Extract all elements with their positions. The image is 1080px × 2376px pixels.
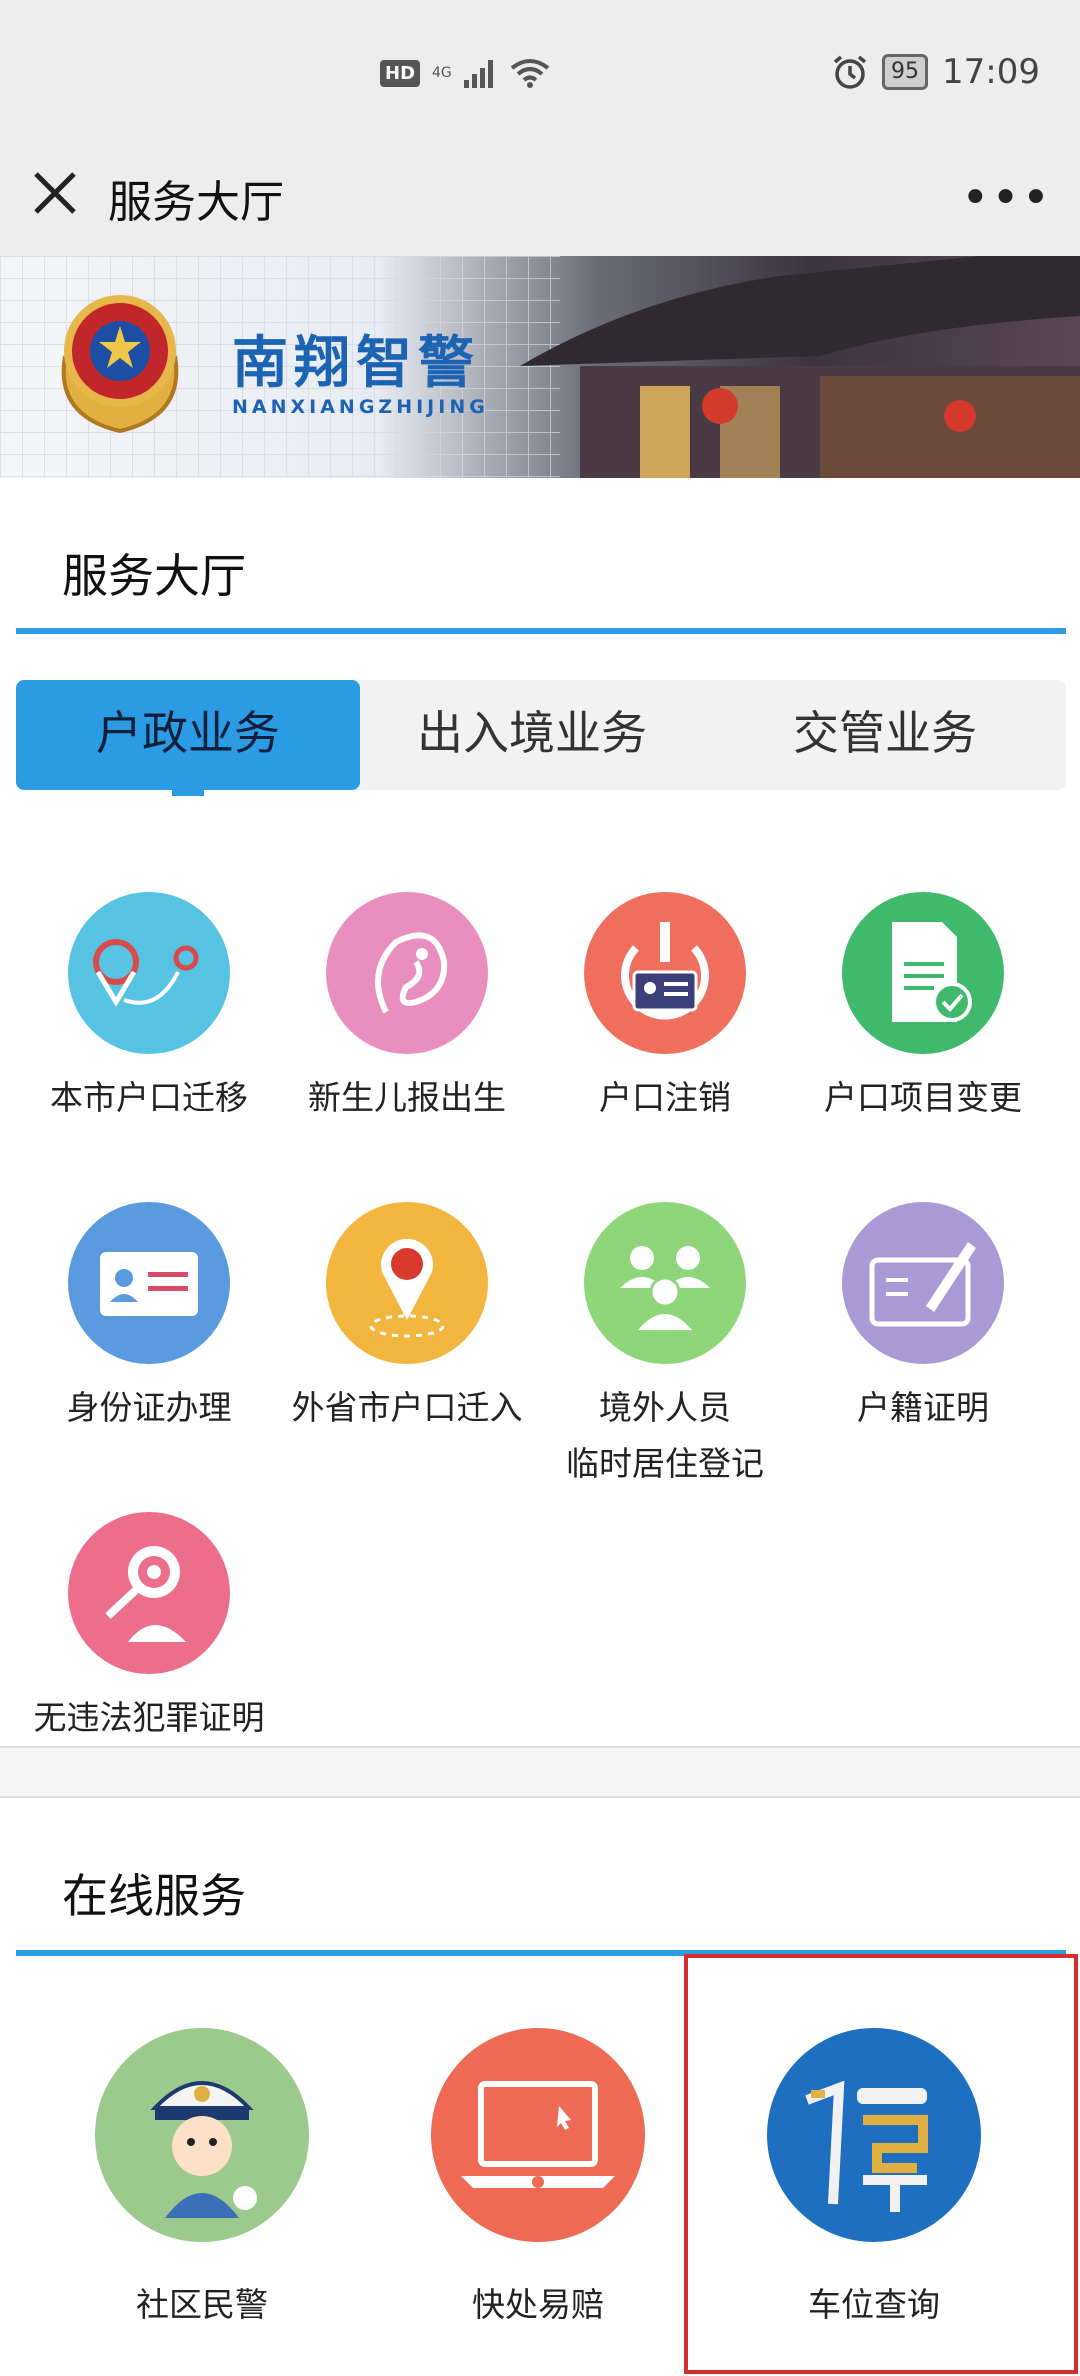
banner-subtitle: NANXIANGZHIJING [232,396,489,418]
service-cancellation[interactable]: 户口注销 [536,892,794,1126]
online-section-title: 在线服务 [62,1869,246,1923]
status-bar: HD 4G 95 17:09 [0,0,1080,150]
form-pen-icon [842,1202,1004,1364]
cell-signal-icon [463,60,493,88]
service-label: 户口注销 [599,1078,731,1117]
power-id-card-icon [584,892,746,1054]
service-label: 外省市户口迁入 [291,1388,523,1427]
service-label: 新生儿报出生 [308,1078,506,1117]
hall-section-title: 服务大厅 [62,549,246,603]
selection-highlight-box [684,1954,1078,2374]
service-label: 快处易赔 [472,2285,604,2324]
police-officer-icon [95,2028,309,2242]
people-group-icon [584,1202,746,1364]
more-menu-icon[interactable]: ••• [961,170,1052,226]
service-label: 户口项目变更 [824,1078,1022,1117]
location-pin-icon [326,1202,488,1364]
close-icon[interactable] [30,168,80,218]
service-newborn[interactable]: 新生儿报出生 [278,892,536,1126]
network-type: 4G [432,65,452,81]
service-label: 身份证办理 [66,1388,232,1427]
tab-household[interactable]: 户政业务 [16,680,360,796]
document-check-icon [842,892,1004,1054]
page-title: 服务大厅 [108,177,284,228]
navigation-bar: 服务大厅 ••• [0,150,1080,256]
tab-exit-entry[interactable]: 出入境业务 [360,680,704,790]
section-divider [0,1746,1080,1798]
status-right: 95 17:09 [832,52,1040,92]
service-household-certificate[interactable]: 户籍证明 [794,1202,1052,1436]
banner: 南翔智警 NANXIANGZHIJING [0,256,1080,478]
signal-indicators: HD 4G [380,58,550,88]
service-no-criminal-record[interactable]: 无违法犯罪证明 [20,1512,278,1746]
service-foreigner-registration[interactable]: 境外人员 临时居住登记 [536,1202,794,1492]
route-pin-icon [68,892,230,1054]
service-label: 境外人员 临时居住登记 [566,1388,764,1483]
clock: 17:09 [942,52,1040,92]
service-label: 本市户口迁移 [50,1078,248,1117]
service-label: 社区民警 [136,2285,268,2324]
service-label: 户籍证明 [857,1388,989,1427]
tab-traffic[interactable]: 交管业务 [704,680,1066,790]
laptop-icon [431,2028,645,2242]
fetus-icon [326,892,488,1054]
business-tabs: 户政业务 出入境业务 交管业务 [16,680,1066,796]
service-label: 无违法犯罪证明 [33,1698,265,1737]
hall-section-underline [16,628,1066,634]
id-card-icon [68,1202,230,1364]
service-community-police[interactable]: 社区民警 [52,2028,352,2326]
hd-icon: HD [380,59,421,87]
banner-title: 南翔智警 [232,331,480,396]
ancient-town-image [520,256,1080,478]
service-item-change[interactable]: 户口项目变更 [794,892,1052,1126]
battery-level: 95 [882,54,929,90]
service-quick-claim[interactable]: 快处易赔 [388,2028,688,2326]
service-other-province-transfer[interactable]: 外省市户口迁入 [278,1202,536,1436]
alarm-icon [833,55,867,89]
wifi-icon [510,59,550,88]
police-emblem-icon [61,295,179,434]
service-local-transfer[interactable]: 本市户口迁移 [20,892,278,1126]
service-id-card[interactable]: 身份证办理 [20,1202,278,1436]
magnifier-person-icon [68,1512,230,1674]
